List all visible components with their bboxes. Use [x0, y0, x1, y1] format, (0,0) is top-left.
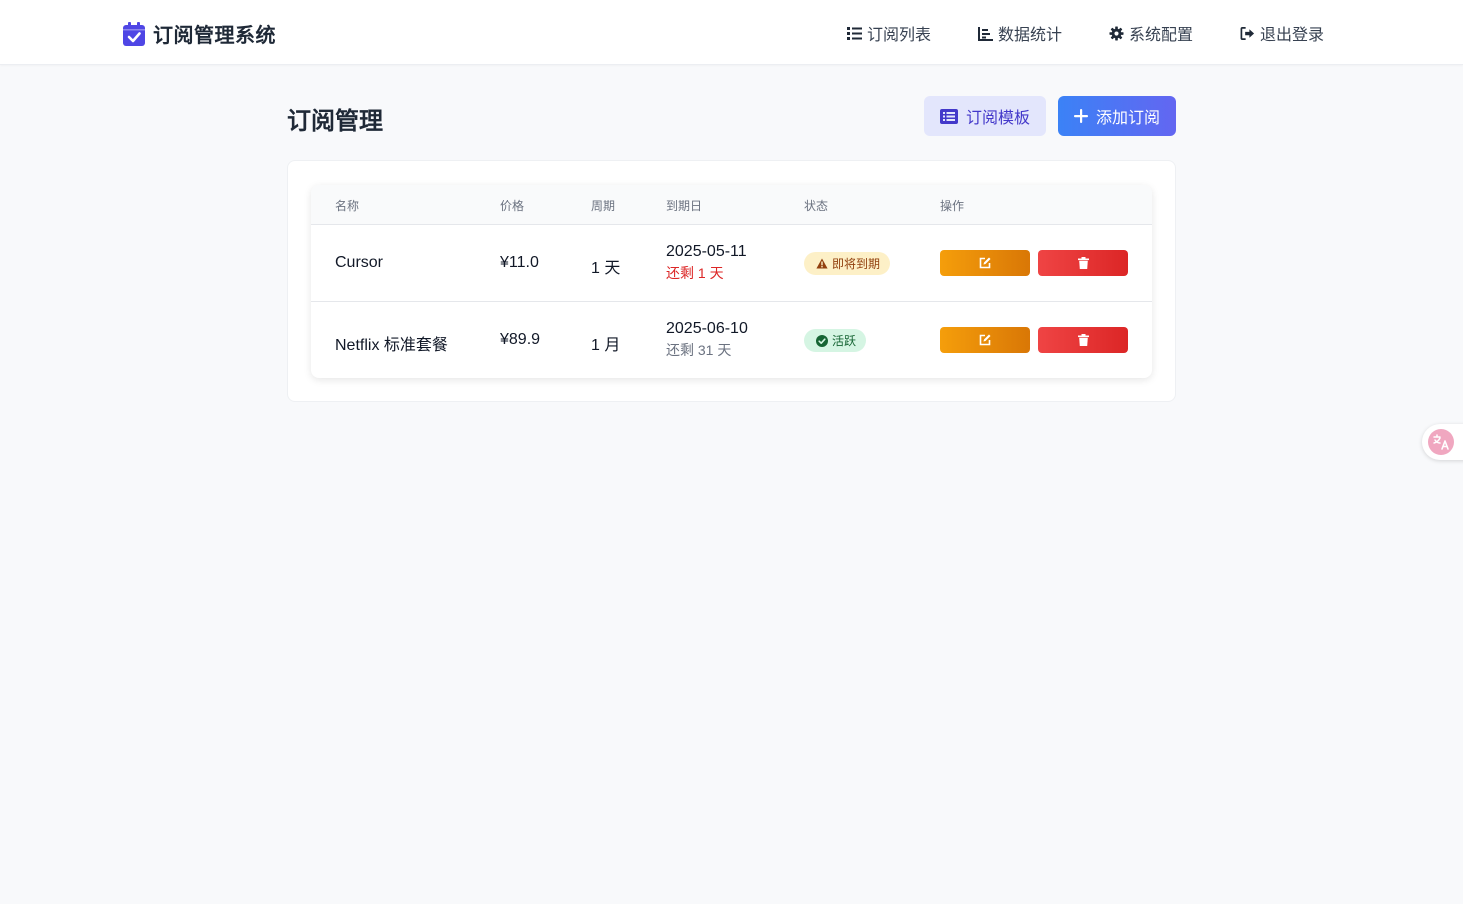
nav-item-logout[interactable]: 退出登录	[1240, 21, 1324, 45]
trash-icon	[1077, 257, 1089, 269]
nav-item-statistics[interactable]: 数据统计	[977, 21, 1062, 45]
column-header-expiry: 到期日	[666, 199, 703, 213]
edit-button[interactable]	[940, 327, 1030, 353]
status-badge: 即将到期	[804, 252, 891, 275]
brand[interactable]: 订阅管理系统	[123, 19, 276, 48]
trash-icon	[1077, 334, 1089, 346]
main-nav: 订阅列表 数据统计 系统配置 退出登录	[846, 21, 1324, 45]
nav-item-label: 数据统计	[997, 27, 1062, 44]
list-alt-icon	[939, 108, 958, 124]
button-label: 添加订阅	[1095, 110, 1160, 127]
edit-icon	[979, 334, 991, 346]
add-subscription-button[interactable]: 添加订阅	[1058, 96, 1176, 136]
subscription-price: ¥11.0	[500, 254, 539, 271]
nav-item-label: 订阅列表	[866, 27, 931, 44]
days-remaining: 还剩 31 天	[666, 342, 732, 358]
edit-button[interactable]	[940, 250, 1030, 276]
subscriptions-table: 名称 价格 周期 到期日 状态 操作 Cursor ¥11.0 1 天 2025…	[311, 185, 1152, 378]
status-badge: 活跃	[804, 329, 867, 352]
column-header-name: 名称	[335, 199, 360, 213]
table-row: Cursor ¥11.0 1 天 2025-05-11 还剩 1 天 即将到期	[311, 225, 1152, 302]
nav-item-subscriptions[interactable]: 订阅列表	[846, 21, 931, 45]
warning-icon	[816, 258, 828, 269]
sign-out-icon	[1240, 26, 1255, 40]
column-header-actions: 操作	[940, 199, 965, 213]
chart-bar-icon	[977, 26, 993, 41]
translate-widget[interactable]	[1422, 424, 1463, 460]
edit-icon	[979, 257, 991, 269]
table-row: Netflix 标准套餐 ¥89.9 1 月 2025-06-10 还剩 31 …	[311, 302, 1152, 378]
status-label: 活跃	[832, 334, 857, 348]
subscription-template-button[interactable]: 订阅模板	[924, 96, 1046, 136]
button-label: 订阅模板	[965, 110, 1030, 127]
column-header-status: 状态	[804, 199, 829, 213]
calendar-check-icon	[123, 21, 145, 46]
days-remaining: 还剩 1 天	[666, 265, 724, 281]
plus-icon	[1073, 109, 1088, 123]
subscription-cycle: 1 月	[591, 337, 621, 354]
nav-item-label: 系统配置	[1128, 27, 1193, 44]
nav-item-label: 退出登录	[1259, 27, 1324, 44]
subscription-price: ¥89.9	[500, 331, 541, 348]
subscription-name: Netflix 标准套餐	[335, 337, 448, 354]
column-header-price: 价格	[500, 199, 525, 213]
expiry-cell: 2025-05-11 还剩 1 天	[666, 243, 747, 283]
list-icon	[846, 26, 862, 40]
subscription-cycle: 1 天	[591, 260, 621, 277]
app-title: 订阅管理系统	[153, 25, 276, 47]
expiry-cell: 2025-06-10 还剩 31 天	[666, 320, 748, 360]
nav-item-settings[interactable]: 系统配置	[1109, 21, 1193, 45]
gear-icon	[1109, 25, 1124, 41]
table-header: 名称 价格 周期 到期日 状态 操作	[311, 185, 1152, 225]
expiry-date: 2025-06-10	[666, 320, 748, 337]
subscription-name: Cursor	[335, 254, 384, 271]
expiry-date: 2025-05-11	[666, 243, 747, 260]
page-title: 订阅管理	[287, 108, 383, 135]
top-navbar: 订阅管理系统 订阅列表 数据统计 系统配置 退出登录	[0, 0, 1463, 65]
status-label: 即将到期	[832, 257, 881, 271]
column-header-cycle: 周期	[591, 199, 616, 213]
translate-icon	[1428, 429, 1454, 455]
delete-button[interactable]	[1038, 327, 1128, 353]
delete-button[interactable]	[1038, 250, 1128, 276]
check-circle-icon	[816, 334, 828, 347]
